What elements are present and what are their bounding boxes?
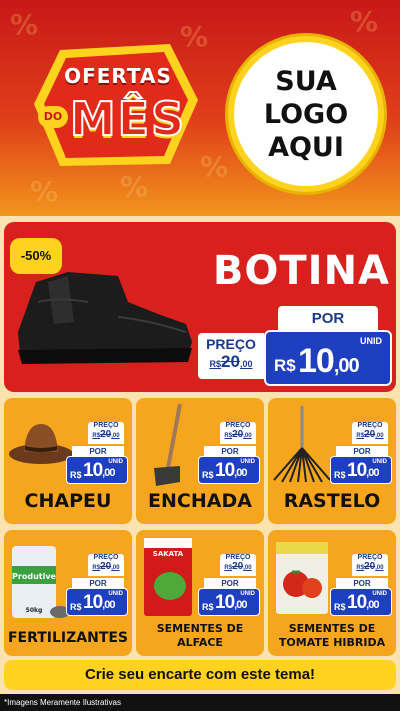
new-price: UNID R$ 10,00 bbox=[66, 456, 128, 484]
hat-image bbox=[9, 424, 73, 464]
new-price: UNID R$ 10,00 bbox=[330, 456, 392, 484]
featured-title: BOTINA bbox=[212, 248, 390, 294]
fertilizer-bag-image: Produtive 50kg bbox=[12, 546, 70, 618]
product-name-line: SEMENTES DE bbox=[156, 622, 244, 635]
product-card-sementes-alface[interactable]: SAKATA PREÇO R$20,00 POR UNID R$ 10,00 S… bbox=[136, 530, 264, 656]
price-value: 10,00 bbox=[298, 342, 360, 380]
percent-pattern: % bbox=[30, 175, 59, 208]
featured-old-price: PREÇO R$20,00 bbox=[198, 333, 264, 379]
lettuce-seed-pack-image: SAKATA bbox=[144, 538, 192, 616]
product-name: SEMENTES DE TOMATE HIBRIDA bbox=[268, 622, 396, 650]
old-price: PREÇO R$20,00 bbox=[352, 554, 388, 576]
new-price: UNID R$ 10,00 bbox=[330, 588, 392, 616]
tomato-seed-pack-image bbox=[276, 542, 328, 614]
footer-disclaimer: *Imagens Meramente Ilustrativas bbox=[0, 694, 400, 711]
badge-mes-text: MÊS bbox=[69, 91, 187, 147]
percent-pattern: % bbox=[120, 170, 149, 203]
product-name-line: SEMENTES DE bbox=[288, 622, 376, 635]
percent-pattern: % bbox=[350, 5, 379, 38]
new-price: UNID R$ 10,00 bbox=[198, 456, 260, 484]
product-name: CHAPEU bbox=[24, 490, 112, 512]
pack-brand: Produtive bbox=[12, 572, 57, 581]
badge-ofertas-text: OFERTAS bbox=[64, 64, 172, 88]
logo-line: LOGO bbox=[263, 98, 349, 130]
badge-do-text: DO bbox=[38, 106, 68, 128]
unit-label: UNID bbox=[360, 336, 382, 346]
featured-por-label: POR bbox=[278, 306, 378, 332]
logo-placeholder[interactable]: SUA LOGO AQUI bbox=[228, 36, 384, 192]
product-card-fertilizantes[interactable]: Produtive 50kg PREÇO R$20,00 POR UNID R$… bbox=[4, 530, 132, 656]
old-price: PREÇO R$20,00 bbox=[352, 422, 388, 444]
old-price: PREÇO R$20,00 bbox=[220, 422, 256, 444]
old-price: PREÇO R$20,00 bbox=[88, 554, 124, 576]
percent-pattern: % bbox=[200, 150, 229, 183]
featured-new-price: UNID R$ 10,00 bbox=[264, 330, 392, 386]
product-card-chapeu[interactable]: PREÇO R$20,00 POR UNID R$ 10,00 CHAPEU bbox=[4, 398, 132, 524]
cta-banner[interactable]: Crie seu encarte com este tema! bbox=[4, 660, 396, 690]
product-card-sementes-tomate[interactable]: PREÇO R$20,00 POR UNID R$ 10,00 SEMENTES… bbox=[268, 530, 396, 656]
old-price-label: PREÇO bbox=[206, 336, 256, 352]
logo-line: SUA bbox=[275, 65, 337, 97]
ofertas-do-mes-badge: OFERTAS DO MÊS bbox=[30, 40, 200, 170]
header-banner: % % % % % % OFERTAS DO MÊS SUA LOGO AQUI bbox=[0, 0, 400, 222]
product-name: FERTILIZANTES bbox=[7, 630, 129, 646]
hoe-image bbox=[154, 403, 182, 486]
rake-image bbox=[273, 406, 331, 483]
product-name: SEMENTES DE ALFACE bbox=[136, 622, 264, 650]
currency-label: R$ bbox=[274, 356, 296, 375]
old-price-value: R$20,00 bbox=[209, 352, 253, 371]
product-name-line: TOMATE HIBRIDA bbox=[278, 636, 386, 649]
pack-brand: SAKATA bbox=[153, 550, 184, 558]
boot-image bbox=[18, 272, 192, 364]
new-price: UNID R$ 10,00 bbox=[198, 588, 260, 616]
percent-pattern: % bbox=[10, 8, 39, 41]
product-name-line: ALFACE bbox=[177, 636, 223, 649]
old-price: PREÇO R$20,00 bbox=[88, 422, 124, 444]
new-price: UNID R$ 10,00 bbox=[66, 588, 128, 616]
product-name: RASTELO bbox=[283, 490, 381, 512]
logo-line: AQUI bbox=[268, 131, 344, 163]
product-card-rastelo[interactable]: PREÇO R$20,00 POR UNID R$ 10,00 RASTELO bbox=[268, 398, 396, 524]
product-card-enchada[interactable]: PREÇO R$20,00 POR UNID R$ 10,00 ENCHADA bbox=[136, 398, 264, 524]
product-name: ENCHADA bbox=[148, 490, 252, 512]
old-price: PREÇO R$20,00 bbox=[220, 554, 256, 576]
pack-weight: 50kg bbox=[26, 607, 43, 614]
